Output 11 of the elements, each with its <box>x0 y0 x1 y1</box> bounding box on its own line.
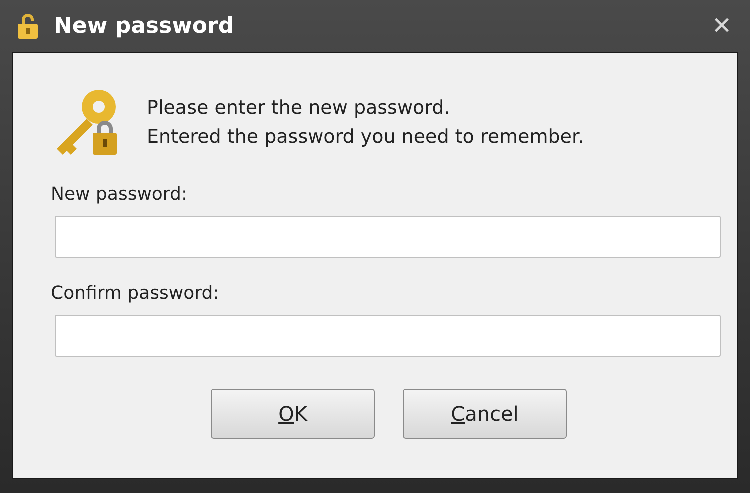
dialog-button[interactable]: OK <box>211 389 375 439</box>
password-field[interactable] <box>55 315 721 357</box>
window-title: New password <box>54 12 234 40</box>
instruction-text: Entered the password you need to remember. <box>147 125 584 150</box>
dialog-button[interactable]: Cancel <box>403 389 567 439</box>
password-field[interactable] <box>55 216 721 258</box>
instruction-text: Please enter the new password. <box>147 96 452 121</box>
close-button[interactable]: ✕ <box>712 8 732 44</box>
field-label: New password: <box>51 183 189 207</box>
field-label: Confirm password: <box>51 282 220 306</box>
lock-icon <box>16 12 40 40</box>
